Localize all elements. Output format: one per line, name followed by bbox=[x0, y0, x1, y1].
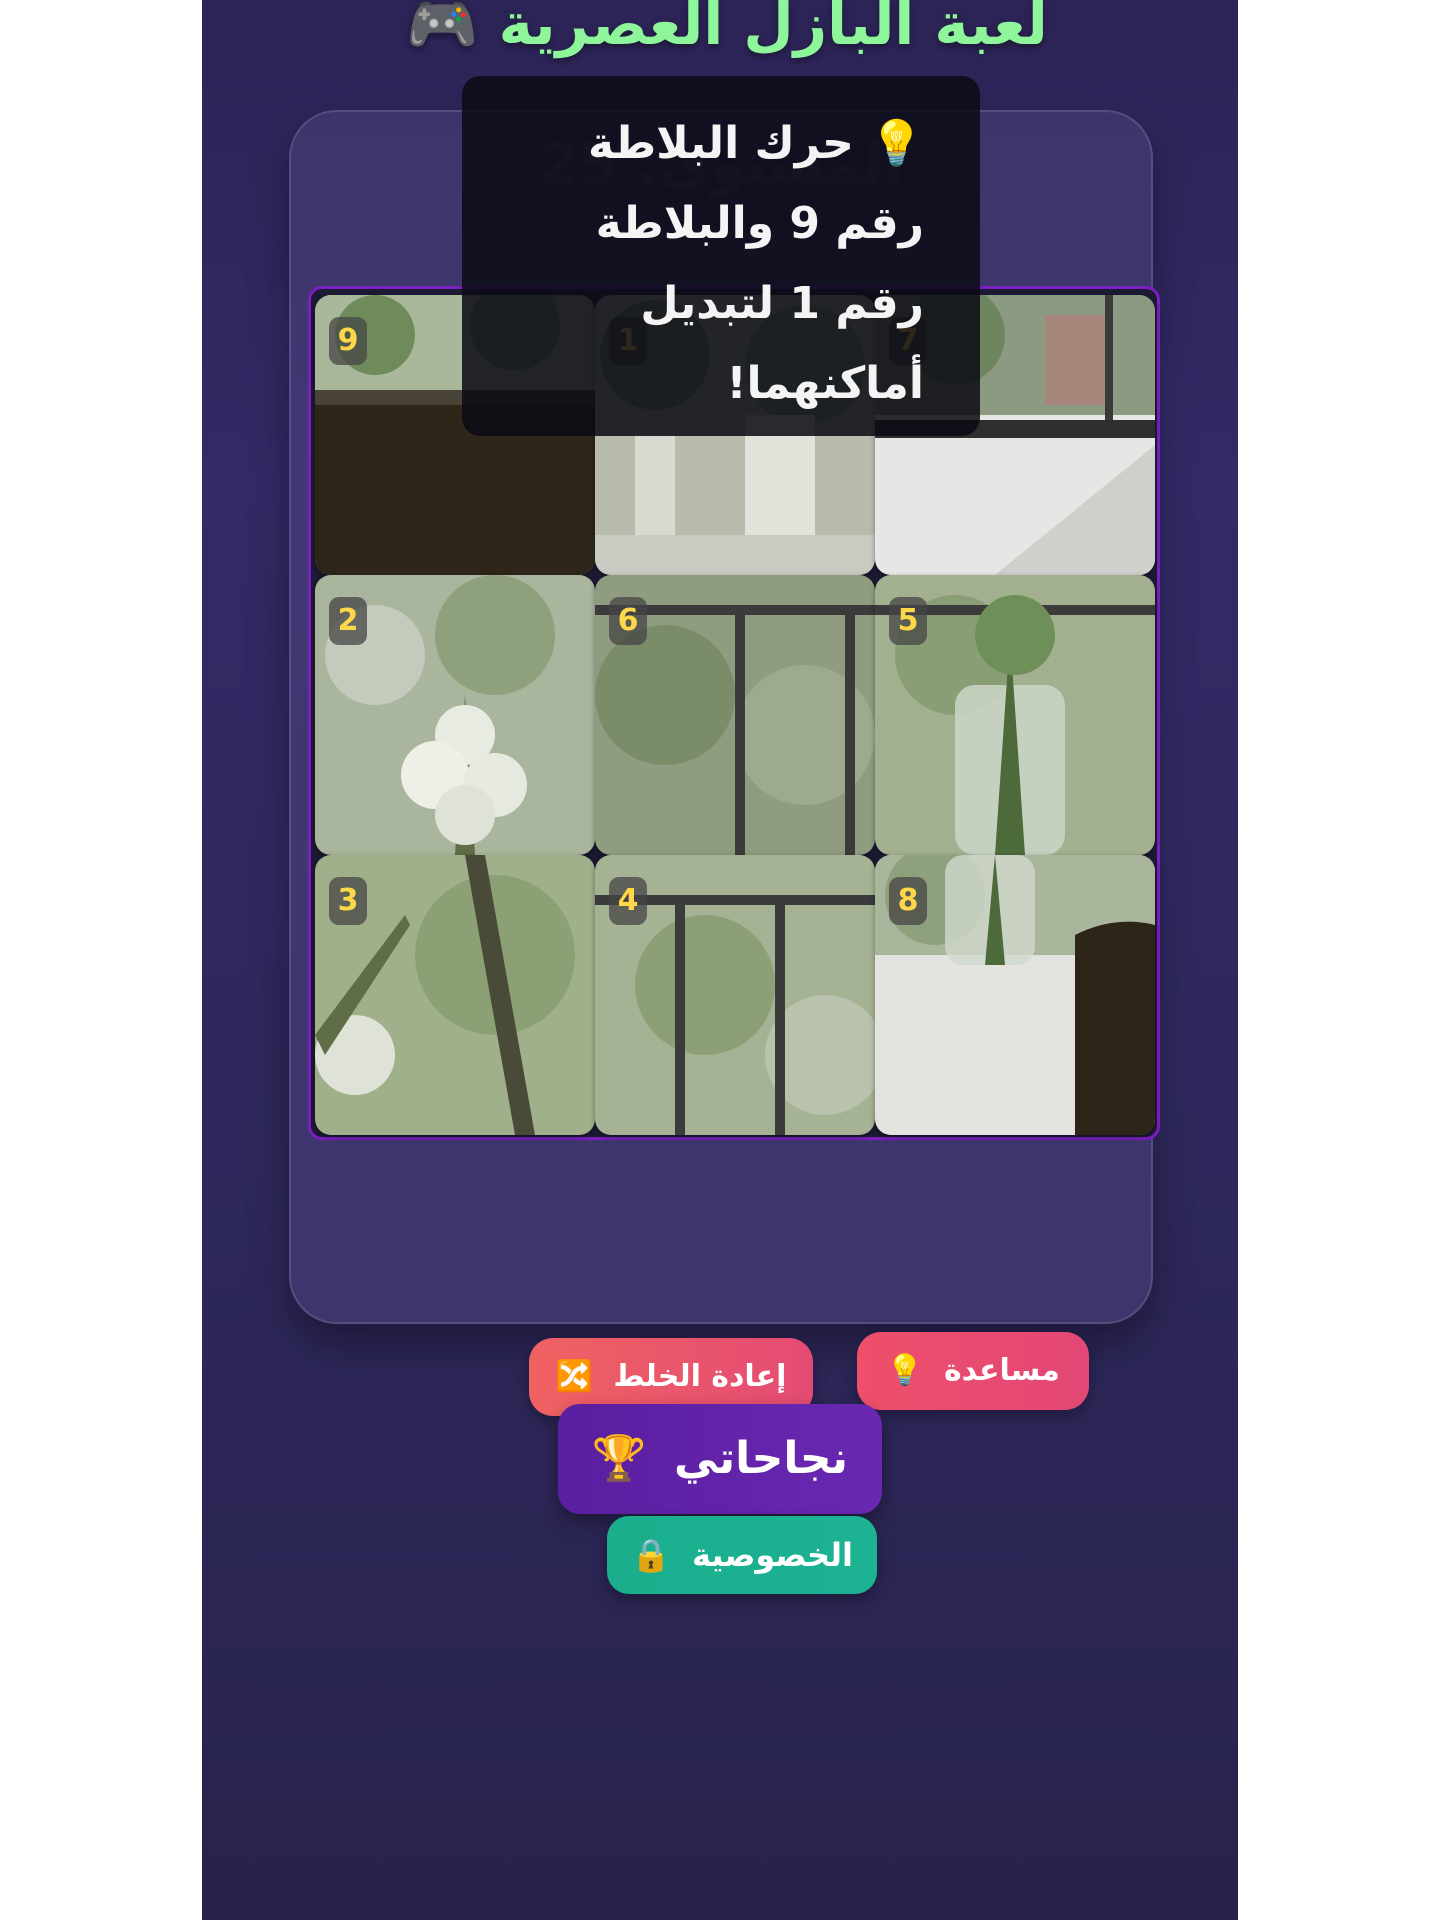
trophy-icon: 🏆 bbox=[591, 1433, 647, 1484]
tile-number: 3 bbox=[329, 877, 367, 925]
hint-tooltip: 💡 حرك البلاطة رقم 9 والبلاطة رقم 1 لتبدي… bbox=[462, 76, 980, 436]
lock-icon: 🔒 bbox=[630, 1536, 671, 1574]
puzzle-tile[interactable]: 4 bbox=[595, 855, 875, 1135]
puzzle-tile[interactable]: 8 bbox=[875, 855, 1155, 1135]
tile-number: 4 bbox=[609, 877, 647, 925]
achievements-button-label: نجاحاتي bbox=[674, 1433, 849, 1484]
gamepad-icon: 🎮 bbox=[406, 0, 479, 58]
lightbulb-icon: 💡 bbox=[886, 1353, 924, 1388]
puzzle-tile[interactable]: 2 bbox=[315, 575, 595, 855]
achievements-button[interactable]: نجاحاتي 🏆 bbox=[558, 1404, 882, 1514]
puzzle-tile[interactable]: 3 bbox=[315, 855, 595, 1135]
puzzle-tile[interactable]: 5 bbox=[875, 575, 1155, 855]
tile-number: 6 bbox=[609, 597, 647, 645]
help-button[interactable]: مساعدة 💡 bbox=[857, 1332, 1089, 1410]
page-title: لعبة البازل العصرية 🎮 bbox=[202, 0, 1238, 59]
tile-number: 9 bbox=[329, 317, 367, 365]
game-screen: لعبة البازل العصرية 🎮 المستوى: 25 مساعدة… bbox=[202, 0, 1238, 1920]
page-title-text: لعبة البازل العصرية bbox=[498, 0, 1048, 58]
privacy-button-label: الخصوصية bbox=[691, 1536, 853, 1574]
shuffle-icon: 🔀 bbox=[555, 1359, 593, 1394]
shuffle-button-label: إعادة الخلط bbox=[613, 1359, 787, 1394]
help-button-label: مساعدة bbox=[943, 1353, 1060, 1388]
tile-number: 8 bbox=[889, 877, 927, 925]
tile-number: 5 bbox=[889, 597, 927, 645]
privacy-button[interactable]: الخصوصية 🔒 bbox=[607, 1516, 877, 1594]
tile-number: 2 bbox=[329, 597, 367, 645]
puzzle-tile[interactable]: 6 bbox=[595, 575, 875, 855]
lightbulb-icon: 💡 bbox=[869, 118, 924, 169]
